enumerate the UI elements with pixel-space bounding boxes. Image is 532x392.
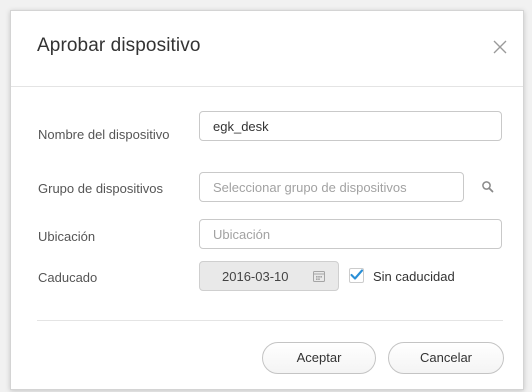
- device-group-label: Grupo de dispositivos: [38, 181, 164, 196]
- footer-divider: [37, 320, 503, 321]
- checkmark-icon: [350, 269, 364, 280]
- device-name-label: Nombre del dispositivo: [38, 127, 170, 142]
- accept-button[interactable]: Aceptar: [262, 342, 376, 374]
- expiry-date-value: 2016-03-10: [222, 269, 289, 284]
- dialog-header: Aprobar dispositivo: [11, 11, 523, 87]
- location-label: Ubicación: [38, 229, 96, 244]
- device-group-input[interactable]: [199, 172, 464, 202]
- search-icon[interactable]: [481, 180, 495, 194]
- location-input[interactable]: [199, 219, 502, 249]
- expiry-date-field: 2016-03-10: [199, 261, 339, 291]
- no-expiry-checkbox[interactable]: [349, 268, 364, 283]
- expiry-label: Caducado: [38, 270, 98, 285]
- close-icon[interactable]: [489, 36, 511, 58]
- dialog-title: Aprobar dispositivo: [37, 35, 201, 56]
- device-name-input[interactable]: [199, 111, 502, 141]
- cancel-button[interactable]: Cancelar: [388, 342, 504, 374]
- no-expiry-label[interactable]: Sin caducidad: [373, 269, 455, 284]
- approve-device-dialog: Aprobar dispositivo Nombre del dispositi…: [10, 10, 524, 390]
- calendar-icon: [312, 269, 326, 283]
